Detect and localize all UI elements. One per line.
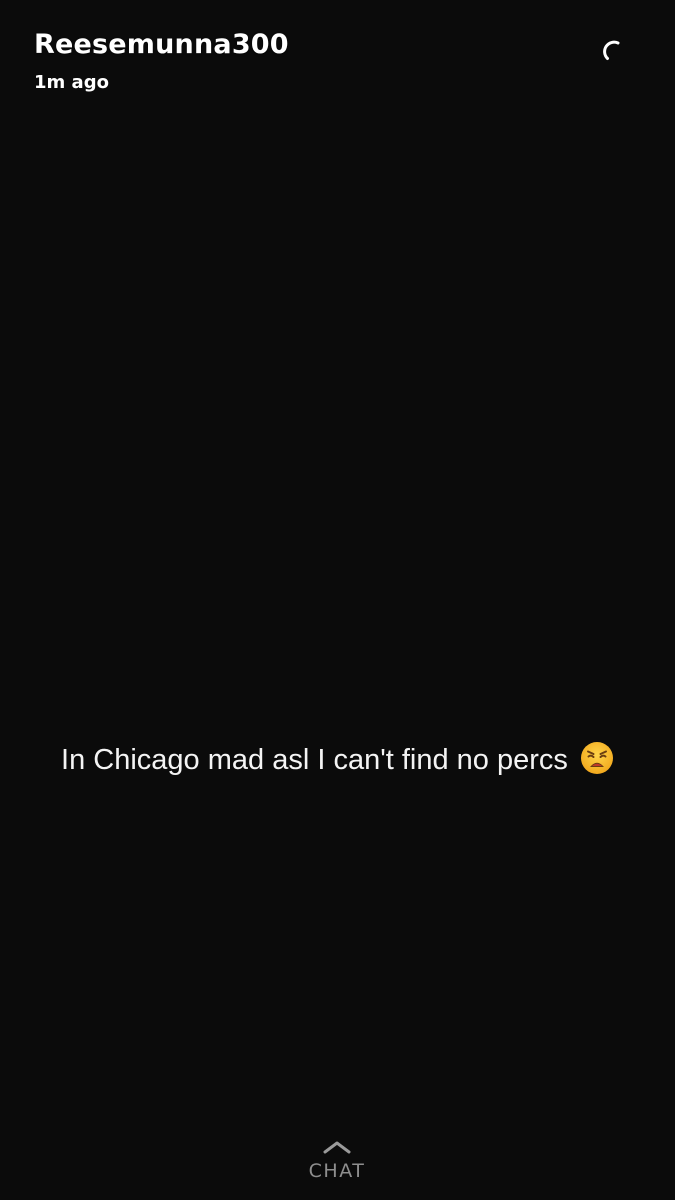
username[interactable]: Reesemunna300	[34, 28, 289, 62]
chat-label: CHAT	[308, 1160, 366, 1182]
snap-viewer[interactable]: Reesemunna300 1m ago In Chicago mad asl …	[0, 0, 675, 1200]
timer-icon	[603, 40, 620, 60]
snap-caption: In Chicago mad asl I can't find no percs	[0, 737, 675, 783]
caption-text: In Chicago mad asl I can't find no percs	[61, 744, 568, 776]
timestamp: 1m ago	[34, 72, 109, 93]
chevron-up-icon	[323, 1141, 351, 1154]
chat-button[interactable]: CHAT	[287, 1140, 387, 1190]
weary-face-emoji	[580, 742, 613, 775]
snap-header: Reesemunna300 1m ago	[34, 28, 289, 94]
